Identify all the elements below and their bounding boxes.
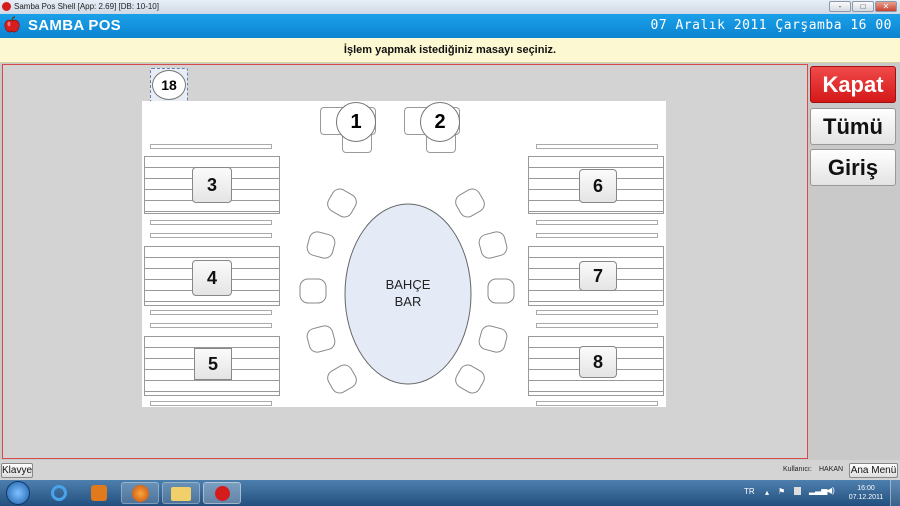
media-player-icon[interactable] <box>80 482 118 504</box>
folder-icon[interactable] <box>162 482 200 504</box>
booth-divider <box>150 310 272 315</box>
close-button[interactable]: Kapat <box>810 66 896 103</box>
maximize-button[interactable]: □ <box>852 1 874 12</box>
keyboard-button[interactable]: Klavye <box>1 463 33 478</box>
login-button[interactable]: Giriş <box>810 149 896 186</box>
booth-divider <box>536 233 658 238</box>
booth-divider <box>150 323 272 328</box>
table-7-button[interactable]: 7 <box>579 261 617 291</box>
table-18-button[interactable]: 18 <box>152 70 186 100</box>
status-bar: Klavye Kullanıcı: HAKAN Ana Menü <box>0 460 900 480</box>
booth-divider <box>150 220 272 225</box>
table-3-button[interactable]: 3 <box>192 167 232 203</box>
clock-time: 16:00 <box>857 485 875 492</box>
user-name: HAKAN <box>819 466 844 473</box>
minimize-button[interactable]: - <box>829 1 851 12</box>
sambapos-icon[interactable] <box>203 482 241 504</box>
flag-icon[interactable]: ⚑ <box>778 487 785 496</box>
windows-start-icon[interactable] <box>6 481 30 505</box>
battery-icon[interactable] <box>794 487 801 495</box>
booth-divider <box>536 144 658 149</box>
table-6-button[interactable]: 6 <box>579 169 617 203</box>
booth-divider <box>536 323 658 328</box>
table-1-button[interactable]: 1 <box>336 102 376 142</box>
window-title: Samba Pos Shell [App: 2.69] [DB: 10-10] <box>14 2 159 11</box>
clock-date: 07.12.2011 <box>848 494 884 501</box>
booth-divider <box>536 401 658 406</box>
user-label: Kullanıcı: <box>783 466 812 473</box>
booth-divider <box>150 144 272 149</box>
apple-logo-icon <box>4 16 20 33</box>
all-button[interactable]: Tümü <box>810 108 896 145</box>
clock[interactable]: 16:00 07.12.2011 <box>846 484 886 502</box>
firefox-icon[interactable] <box>121 482 159 504</box>
app-icon <box>2 2 11 11</box>
table-4-button[interactable]: 4 <box>192 260 232 296</box>
table-2-button[interactable]: 2 <box>420 102 460 142</box>
table-8-button[interactable]: 8 <box>579 346 617 378</box>
tray-arrow-icon[interactable]: ▴ <box>765 488 769 497</box>
booth-divider <box>536 220 658 225</box>
language-indicator[interactable]: TR <box>744 487 755 496</box>
app-header: SAMBA POS 07 Aralık 2011 Çarşamba 16 00 <box>0 14 900 38</box>
booth-divider <box>150 401 272 406</box>
bar-label-line1: BAHÇE <box>385 277 431 292</box>
booth-divider <box>150 233 272 238</box>
window-titlebar: Samba Pos Shell [App: 2.69] [DB: 10-10] … <box>0 0 900 14</box>
main-menu-button[interactable]: Ana Menü <box>849 463 898 478</box>
close-window-button[interactable]: ✕ <box>875 1 897 12</box>
internet-explorer-icon[interactable] <box>40 482 78 504</box>
table-5-button[interactable]: 5 <box>194 348 232 380</box>
show-desktop-button[interactable] <box>890 480 900 506</box>
network-icon[interactable]: ▂▃▅ <box>809 486 827 495</box>
volume-icon[interactable]: ◀) <box>826 486 835 495</box>
booth-divider <box>536 310 658 315</box>
bar-label: BAHÇE BAR <box>368 276 448 310</box>
windows-taskbar: TR ▴ ⚑ ▂▃▅ ◀) 16:00 07.12.2011 <box>0 480 900 506</box>
bar-label-line2: BAR <box>394 294 422 309</box>
brand-title: SAMBA POS <box>28 17 121 34</box>
instruction-text: İşlem yapmak istediğiniz masayı seçiniz. <box>0 38 900 63</box>
date-time: 07 Aralık 2011 Çarşamba 16 00 <box>650 18 892 33</box>
